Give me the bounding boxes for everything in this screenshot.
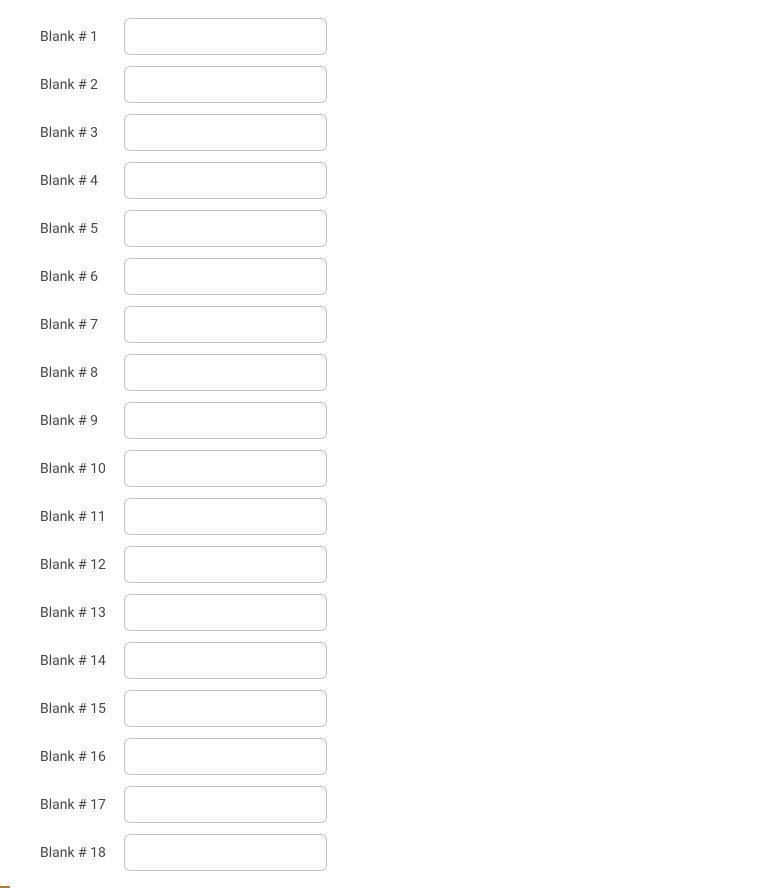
blank-label: Blank # 13 xyxy=(40,605,116,621)
blank-row: Blank # 13 xyxy=(40,594,776,631)
blank-label: Blank # 3 xyxy=(40,125,116,141)
blank-input-1[interactable] xyxy=(124,18,327,55)
blank-label: Blank # 8 xyxy=(40,365,116,381)
blank-input-17[interactable] xyxy=(124,786,327,823)
blank-row: Blank # 12 xyxy=(40,546,776,583)
blank-label: Blank # 18 xyxy=(40,845,116,861)
blank-row: Blank # 10 xyxy=(40,450,776,487)
blank-input-5[interactable] xyxy=(124,210,327,247)
blank-label: Blank # 5 xyxy=(40,221,116,237)
blank-label: Blank # 17 xyxy=(40,797,116,813)
blanks-container: Blank # 1 Blank # 2 Blank # 3 Blank # 4 … xyxy=(40,18,776,871)
blank-row: Blank # 1 xyxy=(40,18,776,55)
blank-input-15[interactable] xyxy=(124,690,327,727)
blank-row: Blank # 5 xyxy=(40,210,776,247)
blank-label: Blank # 11 xyxy=(40,509,116,525)
blank-input-6[interactable] xyxy=(124,258,327,295)
blank-row: Blank # 18 xyxy=(40,834,776,871)
blank-input-7[interactable] xyxy=(124,306,327,343)
blank-row: Blank # 14 xyxy=(40,642,776,679)
blank-label: Blank # 7 xyxy=(40,317,116,333)
blank-label: Blank # 15 xyxy=(40,701,116,717)
blank-label: Blank # 4 xyxy=(40,173,116,189)
blank-label: Blank # 16 xyxy=(40,749,116,765)
blank-input-16[interactable] xyxy=(124,738,327,775)
blank-label: Blank # 1 xyxy=(40,29,116,45)
blank-row: Blank # 11 xyxy=(40,498,776,535)
blank-input-8[interactable] xyxy=(124,354,327,391)
blank-input-12[interactable] xyxy=(124,546,327,583)
blank-input-11[interactable] xyxy=(124,498,327,535)
blank-row: Blank # 2 xyxy=(40,66,776,103)
blank-label: Blank # 10 xyxy=(40,461,116,477)
blank-row: Blank # 8 xyxy=(40,354,776,391)
blank-row: Blank # 15 xyxy=(40,690,776,727)
blank-row: Blank # 3 xyxy=(40,114,776,151)
blank-label: Blank # 2 xyxy=(40,77,116,93)
blank-label: Blank # 14 xyxy=(40,653,116,669)
blank-input-9[interactable] xyxy=(124,402,327,439)
blank-input-3[interactable] xyxy=(124,114,327,151)
blank-input-10[interactable] xyxy=(124,450,327,487)
blank-input-2[interactable] xyxy=(124,66,327,103)
blank-row: Blank # 17 xyxy=(40,786,776,823)
blank-input-18[interactable] xyxy=(124,834,327,871)
blank-row: Blank # 9 xyxy=(40,402,776,439)
blank-input-4[interactable] xyxy=(124,162,327,199)
blank-input-13[interactable] xyxy=(124,594,327,631)
blank-row: Blank # 16 xyxy=(40,738,776,775)
blank-label: Blank # 12 xyxy=(40,557,116,573)
blank-row: Blank # 7 xyxy=(40,306,776,343)
blank-input-14[interactable] xyxy=(124,642,327,679)
blank-row: Blank # 6 xyxy=(40,258,776,295)
blank-label: Blank # 9 xyxy=(40,413,116,429)
blank-label: Blank # 6 xyxy=(40,269,116,285)
blank-row: Blank # 4 xyxy=(40,162,776,199)
